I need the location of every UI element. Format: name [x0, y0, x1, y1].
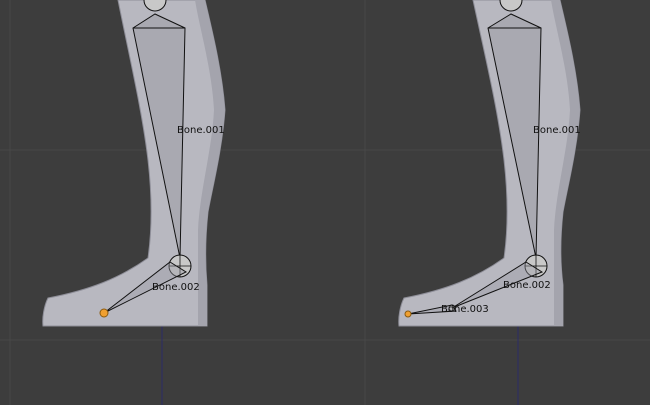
bone-001-label: Bone.001 — [533, 125, 581, 136]
leg-mesh[interactable] — [42, 0, 226, 327]
bone-002-label: Bone.002 — [152, 282, 200, 293]
bone-003-label: Bone.003 — [441, 304, 489, 315]
bone-001-label: Bone.001 — [177, 125, 225, 136]
bone-002-label: Bone.002 — [503, 280, 551, 291]
viewport-canvas[interactable]: Bone.001 Bone.002 Bone.001 Bone.002 Bone… — [0, 0, 650, 405]
bone-tip-icon[interactable] — [99, 308, 109, 318]
3d-viewport[interactable]: Bone.001 Bone.002 Bone.001 Bone.002 Bone… — [0, 0, 650, 405]
left-leg[interactable]: Bone.001 Bone.002 — [42, 0, 226, 405]
bone-tip-icon[interactable] — [404, 310, 412, 318]
leg-mesh[interactable] — [398, 0, 581, 327]
right-leg[interactable]: Bone.001 Bone.002 Bone.003 — [398, 0, 581, 405]
